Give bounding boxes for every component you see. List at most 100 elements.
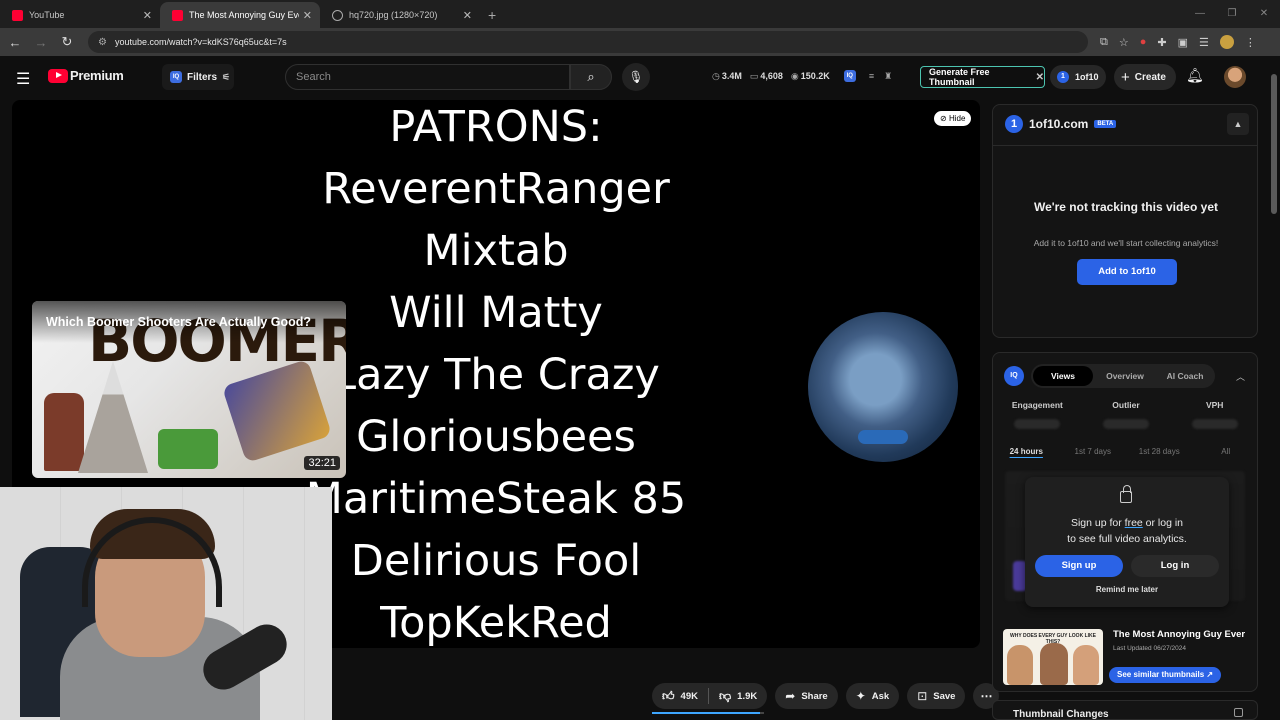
- bookmark-star-icon[interactable]: ☆: [1119, 36, 1129, 49]
- voice-search-button[interactable]: 🎙: [622, 63, 650, 91]
- back-icon[interactable]: ←: [4, 35, 26, 50]
- video-thumbnail[interactable]: WHY DOES EVERY GUY LOOK LIKE THIS?: [1003, 629, 1103, 685]
- signup-message-line2: to see full video analytics.: [1067, 533, 1187, 545]
- tab-overview[interactable]: Overview: [1095, 371, 1155, 381]
- ask-label: Ask: [871, 690, 890, 702]
- dislike-button[interactable]: 👎︎ 1.9K: [709, 683, 767, 709]
- close-window-icon[interactable]: ✕: [1248, 0, 1280, 28]
- comment-icon: ▭: [749, 70, 759, 81]
- new-tab-button[interactable]: +: [488, 2, 496, 28]
- thumbnail-changes-label: Thumbnail Changes: [1013, 709, 1109, 720]
- dislike-count: 1.9K: [737, 690, 758, 702]
- thumbnail-changes-section[interactable]: Thumbnail Changes: [992, 700, 1258, 720]
- filters-button[interactable]: IQ Filters ⚟: [162, 64, 234, 90]
- watching-value: 150.2K: [800, 70, 830, 81]
- tab-ai-coach[interactable]: AI Coach: [1155, 371, 1215, 381]
- search-button[interactable]: ⌕: [570, 64, 612, 90]
- create-button[interactable]: + Create: [1114, 64, 1176, 90]
- close-tab-icon[interactable]: ✕: [143, 9, 152, 22]
- blurred-value: [1102, 419, 1149, 429]
- browser-tab-image[interactable]: hq720.jpg (1280×720) ✕: [320, 2, 480, 28]
- share-button[interactable]: ➦ Share: [775, 683, 838, 709]
- notifications-bell-icon[interactable]: 🔔︎: [1186, 67, 1204, 84]
- generate-thumbnail-button[interactable]: Generate Free Thumbnail ✕: [920, 66, 1045, 88]
- split-view-icon[interactable]: ▣: [1178, 36, 1188, 49]
- video-card-title: The Most Annoying Guy Ever: [1113, 629, 1246, 640]
- time-tab-all[interactable]: All: [1193, 447, 1258, 456]
- add-to-oneof10-button[interactable]: Add to 1of10: [1077, 259, 1177, 285]
- close-tab-icon[interactable]: ✕: [303, 9, 312, 22]
- account-avatar[interactable]: [1224, 66, 1246, 88]
- youtube-header: ☰ Premium IQ Filters ⚟ ⌕ 🎙 ◷3.4M ▭4,608 …: [0, 56, 1280, 98]
- oneof10-logo-icon: 1: [1005, 115, 1023, 133]
- window-controls: — ❐ ✕: [1184, 0, 1280, 28]
- forward-icon[interactable]: →: [30, 35, 52, 50]
- profile-avatar[interactable]: [1219, 35, 1234, 49]
- metric-engagement: Engagement: [1011, 400, 1063, 410]
- hide-button[interactable]: ⊘ Hide: [934, 111, 972, 126]
- watching-stat: ◉ 150.2K: [791, 71, 830, 82]
- oneof10-label: 1of10: [1075, 72, 1099, 82]
- tab-views[interactable]: Views: [1033, 366, 1093, 386]
- blurred-metric-values: [993, 419, 1257, 429]
- iq-logo-icon: IQ: [1004, 366, 1024, 386]
- clock-icon: ◷: [712, 70, 720, 81]
- page-scrollbar[interactable]: [1270, 62, 1278, 720]
- maximize-icon[interactable]: ❐: [1216, 0, 1248, 28]
- time-tab-24h[interactable]: 24 hours: [993, 447, 1060, 456]
- sparkle-icon: ✦: [855, 689, 866, 703]
- puzzle-icon[interactable]: ✚: [1157, 36, 1166, 49]
- login-button[interactable]: Log in: [1131, 555, 1219, 577]
- time-tab-28d[interactable]: 1st 28 days: [1126, 447, 1193, 456]
- reading-list-icon[interactable]: ☰: [1199, 36, 1209, 49]
- thumbs-up-icon: 👍︎: [662, 688, 675, 703]
- menu-kebab-icon[interactable]: ⋮: [1245, 36, 1256, 49]
- minimize-icon[interactable]: —: [1184, 0, 1216, 28]
- thumbs-down-icon: 👎︎: [718, 688, 732, 703]
- iq-icon[interactable]: IQ: [843, 70, 856, 82]
- youtube-logo[interactable]: Premium: [48, 68, 124, 83]
- browser-tab-youtube[interactable]: YouTube ✕: [0, 2, 160, 28]
- install-app-icon[interactable]: ⧉: [1100, 36, 1108, 49]
- scrollbar-thumb[interactable]: [1271, 74, 1277, 214]
- url-field[interactable]: ⚙ youtube.com/watch?v=kdKS76q65uc&t=7s: [88, 31, 1088, 53]
- trophy-icon[interactable]: ♜: [884, 71, 892, 82]
- save-button[interactable]: ⊡ Save: [907, 683, 966, 709]
- video-stats: ◷ 3.4M ▭ 4,608 ◉ 150.2K IQ ≡ ♜: [712, 70, 894, 82]
- oneof10-button[interactable]: 1 1of10: [1050, 65, 1106, 89]
- globe-icon: [332, 9, 343, 21]
- close-tab-icon[interactable]: ✕: [463, 9, 472, 22]
- ask-button[interactable]: ✦ Ask: [845, 683, 900, 709]
- tab-title: hq720.jpg (1280×720): [349, 10, 438, 20]
- iq-icon: IQ: [170, 71, 182, 83]
- signup-button[interactable]: Sign up: [1035, 555, 1123, 577]
- close-icon[interactable]: ✕: [1036, 72, 1044, 83]
- more-icon: ⋯: [980, 689, 993, 703]
- time-tab-7d[interactable]: 1st 7 days: [1060, 447, 1127, 456]
- logo-text: Premium: [70, 68, 124, 83]
- lines-icon[interactable]: ≡: [869, 71, 874, 81]
- browser-tab-video[interactable]: The Most Annoying Guy Ever - ✕: [160, 2, 320, 28]
- thumbnail-face: [1040, 643, 1068, 685]
- endscreen-video-card[interactable]: BOOMER Which Boomer Shooters Are Actuall…: [32, 301, 346, 478]
- reload-icon[interactable]: ↻: [56, 34, 78, 50]
- message-text: or log in: [1142, 517, 1184, 529]
- facecam-mic: [858, 430, 908, 444]
- collapse-button[interactable]: ▲: [1227, 113, 1249, 135]
- share-label: Share: [801, 690, 828, 702]
- site-info-icon[interactable]: ⚙: [98, 37, 107, 48]
- microphone-icon: 🎙: [628, 70, 644, 84]
- save-label: Save: [933, 690, 956, 702]
- signup-overlay: Sign up for free or log in to see full v…: [1025, 477, 1229, 607]
- eye-icon: ◉: [790, 70, 799, 81]
- credit-line: Mixtab: [423, 226, 569, 276]
- remind-later-link[interactable]: Remind me later: [1025, 585, 1229, 594]
- see-similar-thumbnails-button[interactable]: See similar thumbnails ↗: [1109, 667, 1222, 683]
- menu-icon[interactable]: ☰: [16, 69, 30, 89]
- free-link[interactable]: free: [1125, 517, 1143, 529]
- chevron-up-icon[interactable]: ︿: [1236, 370, 1245, 383]
- search-input[interactable]: [296, 71, 556, 83]
- search-box: [285, 64, 570, 90]
- extension-red-icon[interactable]: ●: [1140, 36, 1147, 48]
- like-button[interactable]: 👍︎ 49K: [652, 683, 708, 709]
